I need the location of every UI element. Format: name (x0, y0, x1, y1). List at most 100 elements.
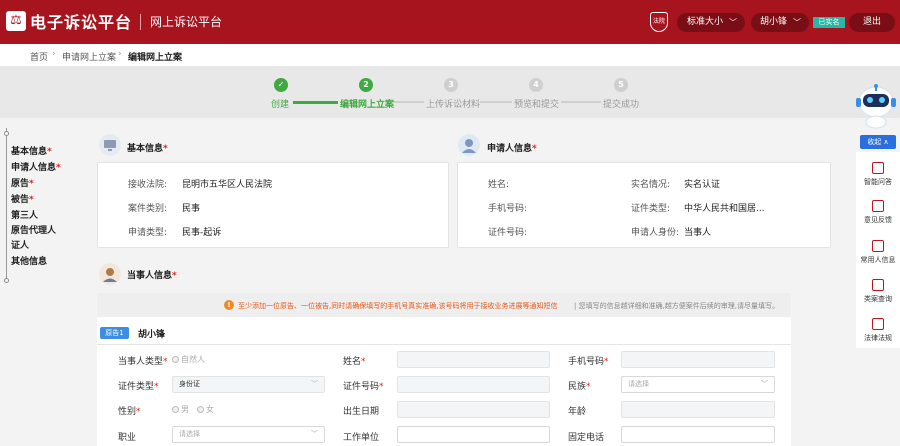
breadcrumb-home[interactable]: 首页 (30, 50, 48, 63)
document-icon (872, 240, 884, 252)
idtype-label: 证件类型* (118, 382, 159, 392)
tel-label: 固定电话 (568, 433, 605, 443)
step-1-check-icon: ✓ (274, 78, 288, 92)
nav-basic-info[interactable]: 基本信息* (11, 144, 52, 157)
warning-text: 至少添加一位原告、一位被告,同时请确保填写的手机号真实准确,该号码将用于接收业务… (238, 302, 558, 310)
nav-dot (4, 131, 9, 136)
gender-male-radio[interactable]: 男 (172, 404, 189, 415)
sub-title: 网上诉讼平台 (150, 15, 223, 29)
nav-witness[interactable]: 证人 (11, 238, 29, 251)
sidebar-collapse-button[interactable]: 收起 ∧ (860, 135, 896, 149)
name-input[interactable] (397, 351, 550, 368)
right-sidebar: 智能问答 意见反馈 常用人信息 类案查询 法律法规 (856, 152, 900, 348)
breadcrumb-separator-icon: › (118, 49, 122, 59)
idno-input[interactable] (397, 376, 550, 393)
ethnic-label: 民族* (568, 382, 591, 392)
nav-third-party[interactable]: 第三人 (11, 208, 38, 221)
radio-icon (197, 406, 204, 413)
work-input[interactable] (397, 426, 550, 443)
phone-label: 手机号码* (568, 357, 609, 367)
chat-icon (872, 162, 884, 174)
party-avatar-icon (99, 263, 121, 285)
nav-applicant-info[interactable]: 申请人信息* (11, 160, 61, 173)
radio-icon (172, 356, 179, 363)
sidebar-item-contacts[interactable]: 常用人信息 (856, 240, 900, 265)
nav-timeline (6, 128, 7, 283)
user-name: 胡小锋 (760, 17, 788, 27)
hint-text: | 您填写的信息越详细和准确,越方便案件后续的审理,请尽量填写。 (574, 302, 780, 310)
chevron-down-icon: ﹀ (761, 380, 768, 388)
warning-icon: ! (224, 300, 234, 310)
sidebar-item-smart-qa[interactable]: 智能问答 (856, 162, 900, 187)
court-label: 接收法院: (128, 180, 168, 190)
verified-badge: 已实名 (813, 17, 845, 28)
party-form-card: 原告1 胡小锋 当事人类型* 自然人 姓名* 手机号码* 证件类型* 身份证 ﹀ … (97, 317, 791, 446)
gender-female-radio[interactable]: 女 (197, 404, 214, 415)
party-notice: ! 至少添加一位原告、一位被告,同时请确保填写的手机号真实准确,该号码将用于接收… (97, 293, 791, 317)
step-2-circle: 2 (359, 78, 373, 92)
nav-other-info[interactable]: 其他信息 (11, 254, 47, 267)
sidebar-item-case-search[interactable]: 类案查询 (856, 279, 900, 304)
name-label: 姓名* (343, 357, 366, 367)
breadcrumb-apply[interactable]: 申请网上立案 (62, 50, 116, 63)
applicant-phone-label: 手机号码: (488, 204, 528, 214)
chevron-down-icon: ﹀ (311, 430, 318, 438)
phone-input[interactable] (621, 351, 775, 368)
party-type-label: 当事人类型* (118, 357, 168, 367)
tel-input[interactable] (621, 426, 775, 443)
chevron-down-icon: ﹀ (311, 380, 318, 388)
birth-input[interactable] (397, 401, 550, 418)
party-name: 胡小锋 (138, 330, 166, 340)
sidebar-item-laws[interactable]: 法律法规 (856, 318, 900, 343)
applicant-info-title: 申请人信息* (487, 144, 537, 154)
book-icon (872, 318, 884, 330)
court-badge-icon[interactable]: 法院 (650, 12, 668, 32)
ethnic-select[interactable]: 请选择 ﹀ (621, 376, 775, 393)
case-type-value: 民事 (182, 204, 201, 214)
breadcrumb-current: 编辑网上立案 (128, 53, 183, 63)
tab-plaintiff-1[interactable]: 原告1 (100, 327, 129, 339)
idno-label: 证件号码* (343, 382, 384, 392)
age-input[interactable] (621, 401, 775, 418)
user-menu[interactable]: 胡小锋 ﹀ (751, 13, 809, 32)
divider (97, 344, 791, 345)
court-value: 昆明市五华区人民法院 (182, 180, 273, 190)
step-4-circle: 4 (529, 78, 543, 92)
idtype-value: 中华人民共和国居... (684, 204, 765, 214)
section-nav: 基本信息* 申请人信息* 原告* 被告* 第三人 原告代理人 证人 其他信息 (0, 128, 85, 288)
applicant-idno-label: 证件号码: (488, 228, 528, 238)
job-label: 职业 (118, 433, 137, 443)
apply-type-label: 申请类型: (128, 228, 168, 238)
step-connector (394, 101, 424, 103)
nav-plaintiff-agent[interactable]: 原告代理人 (11, 223, 56, 236)
radio-icon (172, 406, 179, 413)
idtype-select[interactable]: 身份证 ﹀ (172, 376, 325, 393)
gender-label: 性别* (118, 407, 141, 417)
basic-info-card: 接收法院: 昆明市五华区人民法院 案件类别: 民事 申请类型: 民事-起诉 (97, 162, 449, 248)
step-3-circle: 3 (444, 78, 458, 92)
top-header: ⚖ 电子诉讼平台 网上诉讼平台 法院 标准大小 ﹀ 胡小锋 ﹀ 已实名 退出 (0, 0, 900, 44)
step-1-label: 创建 (271, 100, 290, 110)
party-type-radio[interactable]: 自然人 (172, 354, 205, 365)
job-select[interactable]: 请选择 ﹀ (172, 426, 325, 443)
sidebar-item-feedback[interactable]: 意见反馈 (856, 200, 900, 225)
realname-label: 实名情况: (631, 180, 671, 190)
step-connector (480, 101, 512, 103)
breadcrumb-separator-icon: › (52, 49, 56, 59)
robot-assistant-icon[interactable] (854, 80, 898, 130)
title-divider (140, 14, 141, 30)
identity-value: 当事人 (684, 228, 712, 238)
font-size-dropdown[interactable]: 标准大小 ﹀ (677, 13, 745, 32)
scales-logo-icon: ⚖ (6, 11, 26, 31)
applicant-name-label: 姓名: (488, 180, 510, 190)
nav-plaintiff[interactable]: 原告* (11, 176, 34, 189)
bookmark-icon (872, 279, 884, 291)
font-size-label: 标准大小 (687, 17, 724, 27)
step-4-label: 预览和提交 (514, 100, 560, 110)
step-connector (293, 101, 338, 104)
idtype-label: 证件类型: (631, 204, 671, 214)
nav-dot (4, 278, 9, 283)
step-5-circle: 5 (614, 78, 628, 92)
nav-defendant[interactable]: 被告* (11, 192, 34, 205)
logout-button[interactable]: 退出 (849, 13, 895, 32)
